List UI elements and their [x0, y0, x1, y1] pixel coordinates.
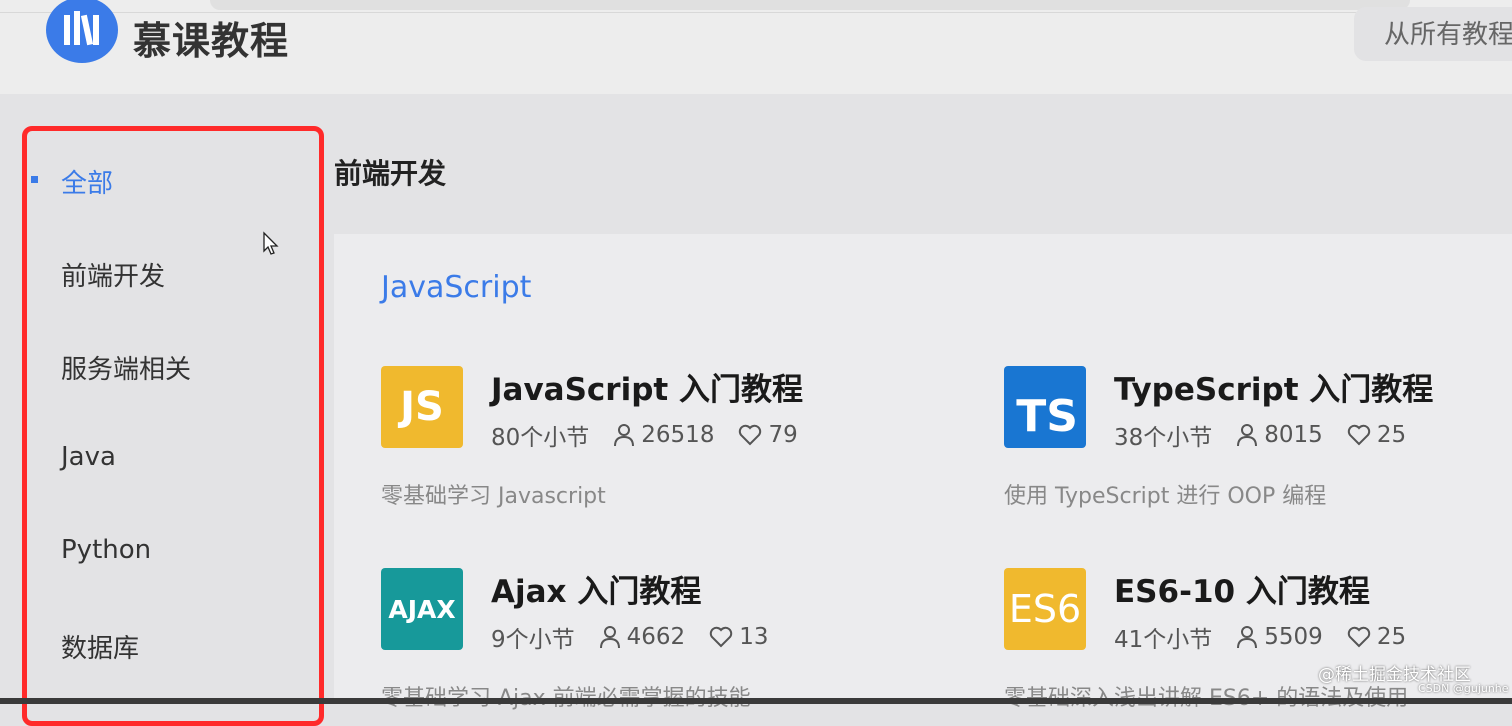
- likes-count: 79: [768, 422, 798, 448]
- course-logo-text: AJAX: [388, 594, 456, 624]
- course-desc: 使用 TypeScript 进行 OOP 编程: [1004, 484, 1327, 509]
- logo-icon[interactable]: [46, 0, 118, 63]
- sidebar-item-python[interactable]: Python: [61, 535, 151, 565]
- likes-count: 25: [1376, 624, 1407, 650]
- header: 慕课教程 从所有教程: [0, 0, 1512, 94]
- course-card[interactable]: TS TypeScript 入门教程 38个小节 8015 25 使用 Type…: [1004, 366, 1512, 516]
- course-title[interactable]: ES6-10 入门教程: [1114, 566, 1370, 611]
- active-bullet-icon: [31, 176, 38, 183]
- course-logo[interactable]: JS: [381, 366, 463, 448]
- course-title[interactable]: Ajax 入门教程: [491, 566, 701, 611]
- heart-icon: [709, 626, 733, 648]
- user-icon: [1237, 626, 1258, 649]
- sections-count: 80个小节: [491, 425, 590, 451]
- sidebar-item-java[interactable]: Java: [61, 442, 116, 472]
- sidebar-item-all[interactable]: 全部: [61, 163, 113, 200]
- course-card[interactable]: JS JavaScript 入门教程 80个小节 26518 79 零基础学习 …: [381, 366, 941, 516]
- category-sidebar: 全部 前端开发 服务端相关 Java Python 数据库: [22, 126, 324, 726]
- likes-count: 13: [739, 624, 769, 650]
- sections-count: 38个小节: [1114, 425, 1213, 451]
- mouse-cursor-icon: [263, 231, 279, 255]
- learners-count: 5509: [1264, 624, 1323, 650]
- likes-count: 25: [1376, 422, 1407, 448]
- course-logo[interactable]: AJAX: [381, 568, 463, 650]
- sections-count: 9个小节: [491, 627, 575, 653]
- learners-count: 8015: [1264, 422, 1323, 448]
- top-bar: [210, 0, 1410, 10]
- course-card[interactable]: AJAX Ajax 入门教程 9个小节 4662 13 零基础学习 Ajax 前…: [381, 568, 941, 718]
- course-desc: 零基础学习 Ajax 前端必需掌握的技能: [381, 680, 751, 712]
- sidebar-item-server[interactable]: 服务端相关: [61, 349, 191, 386]
- user-icon: [614, 424, 635, 447]
- course-card[interactable]: ES6 ES6-10 入门教程 41个小节 5509 25 零基础深入浅出讲解 …: [1004, 568, 1512, 718]
- sidebar-item-frontend[interactable]: 前端开发: [61, 256, 165, 293]
- category-title[interactable]: JavaScript: [381, 270, 531, 305]
- course-desc: 零基础学习 Javascript: [381, 484, 606, 509]
- user-icon: [599, 626, 620, 649]
- taskbar-strip: [0, 698, 1512, 704]
- course-meta: 38个小节 8015 25: [1114, 418, 1406, 452]
- heart-icon: [1347, 424, 1371, 446]
- course-logo-text: TS: [1016, 391, 1078, 442]
- watermark-credit: CSDN @gujunhe: [1418, 682, 1509, 695]
- course-logo[interactable]: TS: [1004, 366, 1086, 448]
- search-placeholder: 从所有教程: [1384, 20, 1512, 50]
- section-title: 前端开发: [334, 157, 447, 190]
- course-title[interactable]: TypeScript 入门教程: [1114, 364, 1433, 409]
- course-logo-text: ES6: [1008, 587, 1082, 631]
- sections-count: 41个小节: [1114, 627, 1213, 653]
- heart-icon: [739, 424, 762, 446]
- learners-count: 4662: [626, 624, 686, 650]
- sidebar-item-database[interactable]: 数据库: [61, 628, 139, 665]
- course-logo-text: JS: [400, 384, 444, 430]
- course-title[interactable]: JavaScript 入门教程: [491, 364, 803, 409]
- search-input[interactable]: 从所有教程: [1354, 7, 1512, 61]
- course-logo[interactable]: ES6: [1004, 568, 1086, 650]
- learners-count: 26518: [641, 422, 715, 448]
- heart-icon: [1347, 626, 1371, 648]
- brand-name[interactable]: 慕课教程: [133, 10, 289, 65]
- user-icon: [1237, 424, 1258, 447]
- course-meta: 41个小节 5509 25: [1114, 620, 1406, 654]
- course-meta: 9个小节 4662 13: [491, 620, 768, 654]
- course-meta: 80个小节 26518 79: [491, 418, 798, 452]
